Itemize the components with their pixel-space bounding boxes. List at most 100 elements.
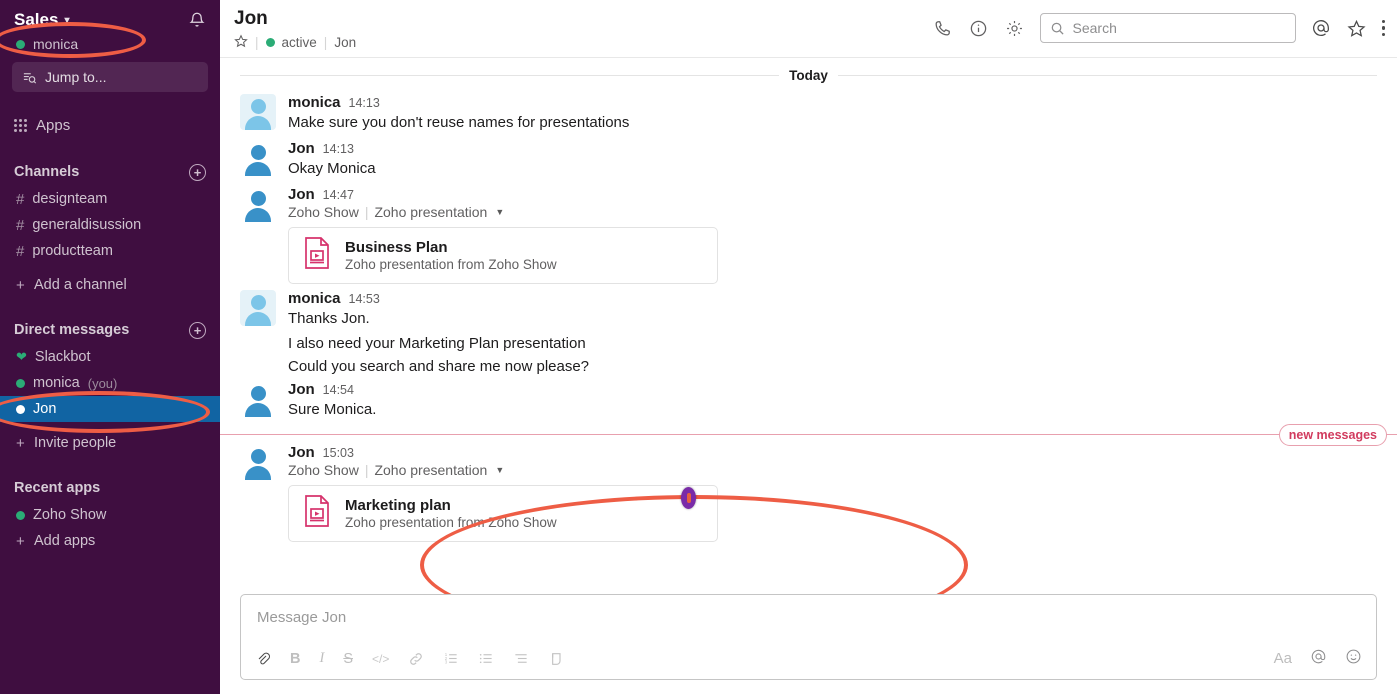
presentation-file-icon [303, 494, 331, 533]
add-channel-plus-icon[interactable]: + [189, 163, 206, 181]
hash-icon: # [16, 242, 25, 260]
link-icon[interactable] [408, 649, 424, 669]
mention-icon[interactable] [1310, 648, 1327, 669]
message-author[interactable]: Jon [288, 186, 315, 203]
add-apps-button[interactable]: + Add apps [0, 528, 220, 554]
workspace-name-label: Sales [14, 10, 59, 29]
notifications-bell-icon[interactable] [188, 11, 206, 29]
message-list: Today monica 14:13 Make sure you don't r… [220, 58, 1397, 594]
presentation-file-icon [303, 236, 331, 275]
italic-icon[interactable]: I [319, 649, 324, 669]
message-text: Could you search and share me now please… [288, 358, 590, 376]
presence-active-icon [16, 510, 25, 520]
search-icon [1051, 22, 1064, 35]
plus-icon: + [16, 532, 25, 550]
bold-icon[interactable]: B [290, 649, 300, 669]
add-a-channel-button[interactable]: + Add a channel [0, 272, 220, 298]
add-apps-label: Add apps [34, 533, 96, 549]
channels-section-header[interactable]: Channels + [0, 158, 220, 186]
new-messages-divider: new messages [220, 424, 1397, 447]
conversation-topbar: Jon | active | Jon Search [220, 0, 1397, 58]
message-author[interactable]: Jon [288, 140, 315, 157]
message-input[interactable]: Message Jon [241, 595, 1376, 626]
current-user-label: monica [33, 36, 79, 52]
gear-icon[interactable] [1004, 17, 1026, 39]
day-divider-label: Today [789, 68, 828, 83]
message-author[interactable]: monica [288, 290, 341, 307]
chevron-down-icon[interactable]: ▼ [495, 207, 504, 217]
jump-to-label: Jump to... [45, 69, 107, 85]
code-icon[interactable]: </> [372, 649, 389, 669]
sidebar-item-jon[interactable]: Jon [0, 396, 220, 422]
message-author[interactable]: monica [288, 94, 341, 111]
avatar[interactable] [240, 185, 276, 222]
sidebar-item-generaldisussion[interactable]: # generaldisussion [0, 212, 220, 238]
sidebar-item-designteam[interactable]: # designteam [0, 186, 220, 212]
formatting-toggle[interactable]: Aa [1274, 650, 1292, 667]
avatar[interactable] [240, 289, 276, 326]
jump-to-search[interactable]: Jump to... [12, 62, 208, 92]
message-author[interactable]: Jon [288, 381, 315, 398]
at-icon[interactable] [1310, 17, 1332, 39]
message-author[interactable]: Jon [288, 444, 315, 461]
message-input-placeholder: Message Jon [257, 609, 347, 626]
dm-you-suffix: (you) [87, 375, 118, 391]
star-outline-icon[interactable] [1346, 17, 1368, 39]
dm-label: Slackbot [34, 349, 91, 365]
message-timestamp: 14:53 [348, 291, 380, 306]
message-text: Okay Monica [288, 159, 376, 177]
code-block-icon[interactable] [548, 649, 564, 669]
avatar[interactable] [240, 444, 276, 480]
chevron-down-icon[interactable]: ▼ [495, 465, 504, 475]
current-user-row[interactable]: monica [0, 34, 220, 60]
bulleted-list-icon[interactable] [478, 649, 494, 669]
workspace-header[interactable]: Sales ▾ [0, 0, 220, 34]
phone-icon[interactable] [932, 17, 954, 39]
attach-icon[interactable] [255, 649, 271, 669]
file-title: Business Plan [345, 238, 448, 256]
avatar[interactable] [240, 139, 276, 176]
file-attachment-card[interactable]: Marketing plan Zoho presentation from Zo… [288, 485, 718, 542]
ordered-list-icon[interactable]: 1 2 3 [443, 649, 459, 669]
sidebar-item-monica[interactable]: monica (you) [0, 370, 220, 396]
hash-icon: # [16, 190, 25, 208]
message-row: Jon 15:03 Zoho Show | Zoho presentation … [220, 441, 1397, 545]
dms-section-header[interactable]: Direct messages + [0, 316, 220, 344]
conversation-header: Jon | active | Jon [234, 7, 356, 51]
search-placeholder: Search [1072, 20, 1117, 36]
sidebar-item-zoho-show[interactable]: Zoho Show [0, 502, 220, 528]
add-dm-plus-icon[interactable]: + [189, 321, 206, 339]
sidebar-item-apps[interactable]: Apps [0, 110, 220, 140]
svg-text:3: 3 [445, 660, 448, 665]
avatar[interactable] [240, 94, 276, 130]
search-input[interactable]: Search [1039, 13, 1296, 43]
star-outline-icon[interactable] [234, 34, 248, 51]
file-attachment-card[interactable]: Business Plan Zoho presentation from Zoh… [288, 226, 718, 284]
message-composer[interactable]: Message Jon B I S </> 1 2 3 Aa [240, 594, 1377, 680]
strikethrough-icon[interactable]: S [343, 649, 353, 669]
slack-window: Sales ▾ monica Jump to... Apps Channels … [0, 0, 1397, 694]
message-row: Jon 14:47 Zoho Show | Zoho presentation … [220, 183, 1397, 287]
day-divider: Today [220, 64, 1397, 91]
message-row: Jon 14:54 Sure Monica. [220, 378, 1397, 424]
file-subtitle: Zoho presentation from Zoho Show [345, 256, 557, 272]
avatar[interactable] [240, 381, 276, 418]
main-panel: Jon | active | Jon Search Today monica 1… [220, 0, 1397, 694]
file-subtitle: Zoho presentation from Zoho Show [345, 515, 557, 530]
page-title: Jon [234, 8, 268, 29]
kebab-menu-icon[interactable] [1381, 19, 1385, 37]
member-label: Jon [334, 34, 357, 50]
workspace-name[interactable]: Sales ▾ [14, 10, 69, 30]
heart-icon: ❤ [16, 349, 27, 364]
app-attribution: Zoho Show | Zoho presentation ▼ [288, 462, 505, 478]
recent-apps-section-header: Recent apps [0, 474, 220, 502]
emoji-icon[interactable] [1345, 648, 1362, 669]
blockquote-icon[interactable] [513, 649, 529, 669]
message-row: monica 14:13 Make sure you don't reuse n… [220, 91, 1397, 137]
info-circle-icon[interactable] [968, 17, 990, 39]
sidebar-item-productteam[interactable]: # productteam [0, 238, 220, 264]
sidebar-item-slackbot[interactable]: ❤ Slackbot [0, 344, 220, 370]
invite-people-button[interactable]: + Invite people [0, 430, 220, 456]
invite-people-label: Invite people [34, 435, 117, 451]
app-attribution: Zoho Show | Zoho presentation ▼ [288, 203, 505, 220]
